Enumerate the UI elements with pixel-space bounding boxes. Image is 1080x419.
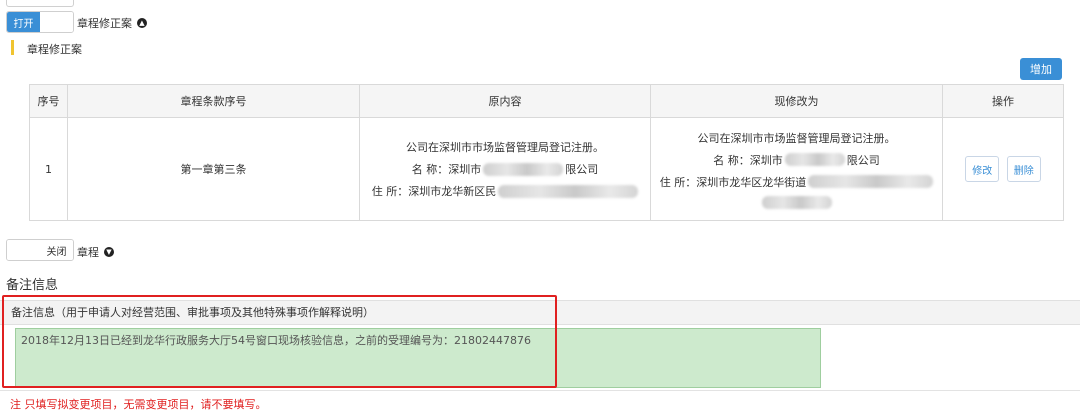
original-address-line: 住 所：深圳市龙华新区民 xyxy=(372,183,639,199)
redacted-text xyxy=(808,175,934,188)
header-index: 序号 xyxy=(29,84,68,118)
section-marker xyxy=(11,40,14,55)
amendment-table: 序号 章程条款序号 原内容 现修改为 操作 1 第一章第三条 公司在深圳市市场监… xyxy=(29,84,1064,221)
row-clause: 第一章第三条 xyxy=(67,117,360,221)
amendment-toggle-label: 章程修正案 xyxy=(77,17,132,30)
revised-address-line2 xyxy=(761,195,832,209)
table-row: 1 第一章第三条 公司在深圳市市场监督管理局登记注册。 名 称：深圳市 限公司 … xyxy=(29,117,1064,221)
remarks-label: 备注信息（用于申请人对经营范围、审批事项及其他特殊事项作解释说明） xyxy=(11,306,374,319)
header-revised: 现修改为 xyxy=(650,84,943,118)
original-addr-prefix: 住 所：深圳市龙华新区民 xyxy=(371,185,497,198)
charter-toggle-label: 章程 xyxy=(77,246,99,259)
remarks-title: 备注信息 xyxy=(6,278,59,293)
section-title: 章程修正案 xyxy=(27,43,82,56)
revised-name-prefix: 名 称：深圳市 xyxy=(713,153,783,167)
charter-section-header[interactable]: 章程 ▼ xyxy=(77,244,114,260)
row-actions: 修改 删除 xyxy=(942,117,1064,221)
fill-note: 注 只填写拟变更项目，无需变更项目，请不要填写。 xyxy=(10,398,267,411)
remarks-textarea[interactable]: 2018年12月13日已经到龙华行政服务大厅54号窗口现场核验信息，之前的受理编… xyxy=(15,328,821,388)
row-revised: 公司在深圳市市场监督管理局登记注册。 名 称：深圳市 限公司 住 所：深圳市龙华… xyxy=(650,117,943,221)
revised-line1: 公司在深圳市市场监督管理局登记注册。 xyxy=(697,131,896,145)
original-name-prefix: 名 称：深圳市 xyxy=(411,163,482,176)
redacted-text xyxy=(483,162,564,176)
header-original: 原内容 xyxy=(359,84,651,118)
add-button[interactable]: 增加 xyxy=(1020,58,1062,80)
row-original: 公司在深圳市市场监督管理局登记注册。 名 称：深圳市 限公司 住 所：深圳市龙华… xyxy=(359,117,651,221)
toggle-off-label: 关闭 xyxy=(40,240,73,260)
row-index: 1 xyxy=(29,117,68,221)
original-name-suffix: 限公司 xyxy=(565,163,599,176)
header-clause: 章程条款序号 xyxy=(67,84,360,118)
header-actions: 操作 xyxy=(942,84,1064,118)
charter-toggle[interactable]: 关闭 xyxy=(6,239,74,261)
revised-name-suffix: 限公司 xyxy=(846,153,880,167)
collapsed-control-stub xyxy=(6,0,74,7)
redacted-text xyxy=(761,195,832,209)
chevron-down-icon[interactable]: ▼ xyxy=(104,247,114,257)
chevron-up-icon[interactable]: ▲ xyxy=(137,18,147,28)
amendment-toggle[interactable]: 打开 xyxy=(6,11,74,33)
edit-button[interactable]: 修改 xyxy=(965,156,1000,182)
revised-name-line: 名 称：深圳市 限公司 xyxy=(713,152,880,168)
redacted-text xyxy=(784,153,845,166)
table-header-row: 序号 章程条款序号 原内容 现修改为 操作 xyxy=(29,84,1064,118)
original-line1: 公司在深圳市市场监督管理局登记注册。 xyxy=(406,141,604,154)
toggle-empty-segment xyxy=(7,240,40,260)
toggle-off-segment xyxy=(40,12,73,32)
amendment-section-header[interactable]: 章程修正案 ▲ xyxy=(77,15,147,31)
toggle-on-label: 打开 xyxy=(7,12,40,32)
redacted-text xyxy=(498,184,639,198)
divider xyxy=(0,390,1080,391)
delete-button[interactable]: 删除 xyxy=(1006,156,1041,182)
original-name-line: 名 称：深圳市 限公司 xyxy=(411,161,599,177)
revised-addr-prefix: 住 所：深圳市龙华区龙华街道 xyxy=(659,175,807,189)
revised-address-line: 住 所：深圳市龙华区龙华街道 xyxy=(660,174,934,190)
